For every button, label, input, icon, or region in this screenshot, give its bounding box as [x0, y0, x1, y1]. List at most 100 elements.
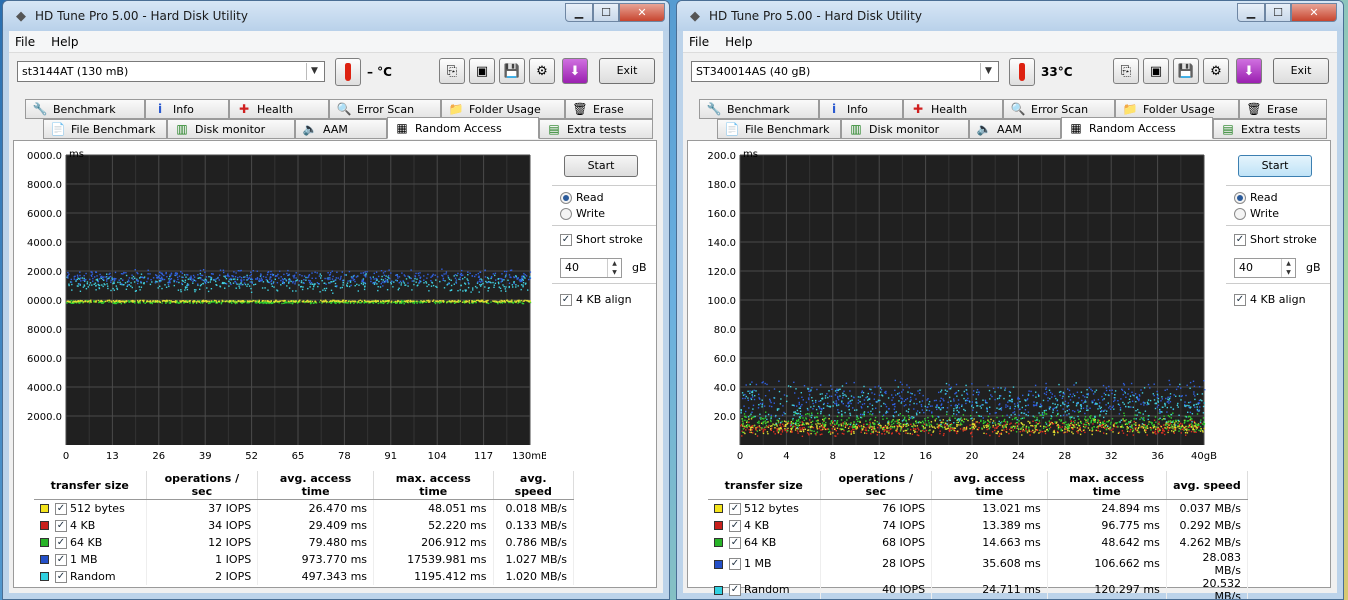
scatter-point: [999, 433, 1001, 435]
tab-file-benchmark[interactable]: 📄 File Benchmark: [43, 119, 167, 139]
download-button[interactable]: ⬇: [562, 58, 588, 84]
tab-info[interactable]: i Info: [819, 99, 903, 119]
minimize-button[interactable]: ▁: [565, 3, 593, 22]
scatter-point: [997, 425, 999, 427]
exit-button[interactable]: Exit: [1273, 58, 1329, 84]
scatter-point: [1066, 414, 1068, 416]
scatter-point: [996, 407, 998, 409]
close-button[interactable]: ✕: [1291, 3, 1337, 22]
tab-aam[interactable]: 🔈 AAM: [295, 119, 387, 139]
scatter-point: [1002, 427, 1005, 429]
maximize-button[interactable]: ☐: [593, 3, 619, 22]
series-checkbox[interactable]: ✓: [55, 502, 67, 515]
start-button[interactable]: Start: [564, 155, 638, 177]
tab-info[interactable]: i Info: [145, 99, 229, 119]
scatter-point: [764, 382, 766, 385]
temperature-button[interactable]: [1009, 58, 1035, 86]
save-button[interactable]: 💾: [499, 58, 525, 84]
options-button[interactable]: ⚙: [1203, 58, 1229, 84]
scatter-point: [1020, 418, 1022, 420]
scatter-point: [1120, 398, 1122, 400]
scatter-point: [1013, 426, 1016, 429]
series-checkbox[interactable]: ✓: [55, 519, 67, 532]
drive-select[interactable]: ST340014AS (40 gB) ▼: [691, 61, 999, 82]
scatter-point: [1067, 429, 1069, 432]
scatter-point: [837, 395, 839, 398]
align-checkbox[interactable]: ✓ 4 KB align: [560, 293, 632, 306]
series-checkbox[interactable]: ✓: [55, 553, 67, 566]
series-checkbox[interactable]: ✓: [55, 536, 67, 549]
menu-file[interactable]: File: [15, 35, 35, 49]
write-radio[interactable]: Write: [560, 207, 605, 220]
scatter-point: [1061, 426, 1063, 428]
scatter-point: [765, 422, 767, 425]
tab-benchmark[interactable]: 🔧 Benchmark: [699, 99, 819, 119]
scatter-point: [949, 426, 952, 428]
tab-folder-usage[interactable]: 📁 Folder Usage: [441, 99, 565, 119]
tab-extra-tests[interactable]: ▤ Extra tests: [539, 119, 653, 139]
scatter-point: [750, 431, 752, 434]
copy-screenshot-button[interactable]: ▣: [469, 58, 495, 84]
tab-erase[interactable]: 🗑 Erase: [565, 99, 653, 119]
start-button[interactable]: Start: [1238, 155, 1312, 177]
tab-erase[interactable]: 🗑 Erase: [1239, 99, 1327, 119]
read-radio[interactable]: Read: [1234, 191, 1278, 204]
drive-select[interactable]: st3144AT (130 mB) ▼: [17, 61, 325, 82]
menu-help[interactable]: Help: [51, 35, 78, 49]
scatter-point: [123, 300, 126, 303]
scatter-point: [79, 300, 81, 302]
tab-error-scan[interactable]: 🔍 Error Scan: [1003, 99, 1115, 119]
exit-button[interactable]: Exit: [599, 58, 655, 84]
tab-file-benchmark[interactable]: 📄 File Benchmark: [717, 119, 841, 139]
scatter-point: [1170, 426, 1172, 428]
scatter-point: [1058, 383, 1060, 386]
short-stroke-checkbox[interactable]: ✓ Short stroke: [560, 233, 643, 246]
scatter-point: [403, 274, 405, 276]
tab-health[interactable]: ✚ Health: [229, 99, 329, 119]
scatter-point: [1137, 398, 1139, 400]
temperature-button[interactable]: [335, 58, 361, 86]
spinner-arrows-icon[interactable]: ▲ ▼: [607, 259, 621, 277]
tab-benchmark[interactable]: 🔧 Benchmark: [25, 99, 145, 119]
tab-health[interactable]: ✚ Health: [903, 99, 1003, 119]
copy-screenshot-button[interactable]: ▣: [1143, 58, 1169, 84]
tab-folder-usage[interactable]: 📁 Folder Usage: [1115, 99, 1239, 119]
download-button[interactable]: ⬇: [1236, 58, 1262, 84]
scatter-point: [1075, 405, 1078, 407]
scatter-point: [975, 411, 978, 414]
scatter-point: [1085, 424, 1087, 426]
close-button[interactable]: ✕: [619, 3, 665, 22]
tab-aam[interactable]: 🔈 AAM: [969, 119, 1061, 139]
tab-random-access[interactable]: ▦ Random Access: [1061, 117, 1213, 139]
chevron-down-icon[interactable]: ▼: [980, 63, 996, 80]
scatter-point: [1082, 423, 1085, 425]
menu-help[interactable]: Help: [725, 35, 752, 49]
scatter-point: [374, 299, 377, 302]
series-color-swatch: [40, 572, 49, 581]
tab-disk-monitor[interactable]: ▥ Disk monitor: [167, 119, 295, 139]
tab-error-scan[interactable]: 🔍 Error Scan: [329, 99, 441, 119]
scatter-point: [942, 407, 944, 409]
scatter-point: [474, 275, 476, 278]
save-button[interactable]: 💾: [1173, 58, 1199, 84]
scatter-point: [85, 272, 87, 275]
stroke-size-spinner[interactable]: 40 ▲ ▼: [560, 258, 622, 278]
scatter-point: [839, 395, 841, 397]
series-checkbox[interactable]: ✓: [55, 570, 67, 583]
menu-file[interactable]: File: [689, 35, 709, 49]
tab-random-access[interactable]: ▦ Random Access: [387, 117, 539, 139]
minimize-button[interactable]: ▁: [1237, 3, 1265, 22]
read-radio[interactable]: Read: [560, 191, 604, 204]
tab-extra-tests[interactable]: ▤ Extra tests: [1213, 119, 1327, 139]
maximize-button[interactable]: ☐: [1265, 3, 1291, 22]
scatter-point: [799, 428, 801, 431]
copy-text-button[interactable]: ⎘: [1113, 58, 1139, 84]
scatter-point: [1188, 429, 1190, 431]
chevron-down-icon[interactable]: ▼: [306, 63, 322, 80]
scatter-point: [112, 282, 114, 285]
tab-disk-monitor[interactable]: ▥ Disk monitor: [841, 119, 969, 139]
copy-text-button[interactable]: ⎘: [439, 58, 465, 84]
scatter-point: [1199, 421, 1202, 423]
scatter-point: [942, 434, 945, 437]
options-button[interactable]: ⚙: [529, 58, 555, 84]
